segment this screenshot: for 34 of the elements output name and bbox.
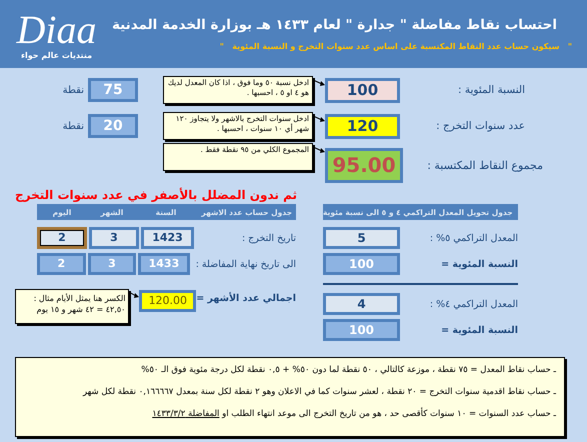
field-label: مجموع النقاط المكتسبة :: [426, 159, 543, 172]
page-title: احتساب نقاط مفاضلة " جدارة " لعام ١٤٣٣ هـ بوزارة الخدمة المدنية: [112, 17, 557, 33]
note-text: ـ حساب نقاط المعدل = ٧٥ نقطة ، موزعة كالتالي ، ٥٠ نقطة لما دون ٥٠% + ٠,٥ نقطة لكل درجة مئوية فوق الـ ٥٠%: [140, 364, 556, 376]
gpa-input[interactable]: 5: [323, 227, 400, 249]
points-value: 75: [88, 78, 138, 102]
row-label: الى تاريخ نهاية المفاضلة :: [194, 258, 296, 270]
table-cell[interactable]: 1423: [141, 227, 194, 249]
row-label: المعدل التراكمي ٤% :: [428, 298, 518, 310]
subtitle: " سيكون حساب عدد النقاط المكتسبة على اساس عدد سنوات التخرج و النسبة المئوية ": [220, 42, 572, 51]
row-label: المعدل التراكمي ٥% :: [428, 232, 518, 244]
row-label: النسبة المئوية =: [440, 258, 518, 270]
field-label: عدد سنوات التخرج :: [435, 120, 525, 132]
gpa-input[interactable]: 4: [323, 293, 400, 315]
percent-value: 100: [323, 319, 400, 341]
note-text: ـ حساب عدد السنوات = ١٠ سنوات كأقصى حد ، هو من تاريخ التخرج الى موعد انتهاء الطلب او المفاضلة ١٤٣٣/٣/٢: [151, 408, 556, 420]
forum-name: منتديات عالم حواء: [20, 50, 92, 60]
input-field[interactable]: 100: [325, 78, 400, 102]
field-label: النسبة المئوية :: [457, 84, 525, 96]
total-value: 95.00: [325, 148, 403, 183]
input-field[interactable]: 120: [325, 114, 400, 138]
logo: Diaa: [16, 8, 96, 50]
comment-note: الكسر هنا يمثل الأيام مثال : ٤٢,٥٠ = ٤٢ شهر و ١٥ يوم: [15, 289, 130, 324]
instruction-heading: ثم ندون المضلل بالأصفر في عدد سنوات التخرج: [15, 186, 297, 204]
table-cell[interactable]: 3: [89, 227, 139, 249]
points-value: 20: [88, 114, 138, 138]
row-label: اجمالي عدد الأشهر =: [196, 293, 296, 304]
percent-value: 100: [323, 253, 400, 275]
row-label: تاريخ التخرج :: [240, 232, 296, 244]
row-label: النسبة المئوية =: [440, 324, 518, 336]
note-text: ـ حساب نقاط اقدمية سنوات التخرج = ٢٠ نقطة ، لعشر سنوات كما في الاعلان وهو ٢ نقطة لكل سنة بمعدل ٠,١٦٦٦٦٧ نقطة لكل شهر: [82, 386, 556, 398]
total-months-value: 120.00: [139, 290, 196, 312]
unit-label: نقطة: [62, 84, 84, 96]
unit-label: نقطة: [62, 120, 84, 132]
table-cell[interactable]: 2: [37, 227, 87, 249]
